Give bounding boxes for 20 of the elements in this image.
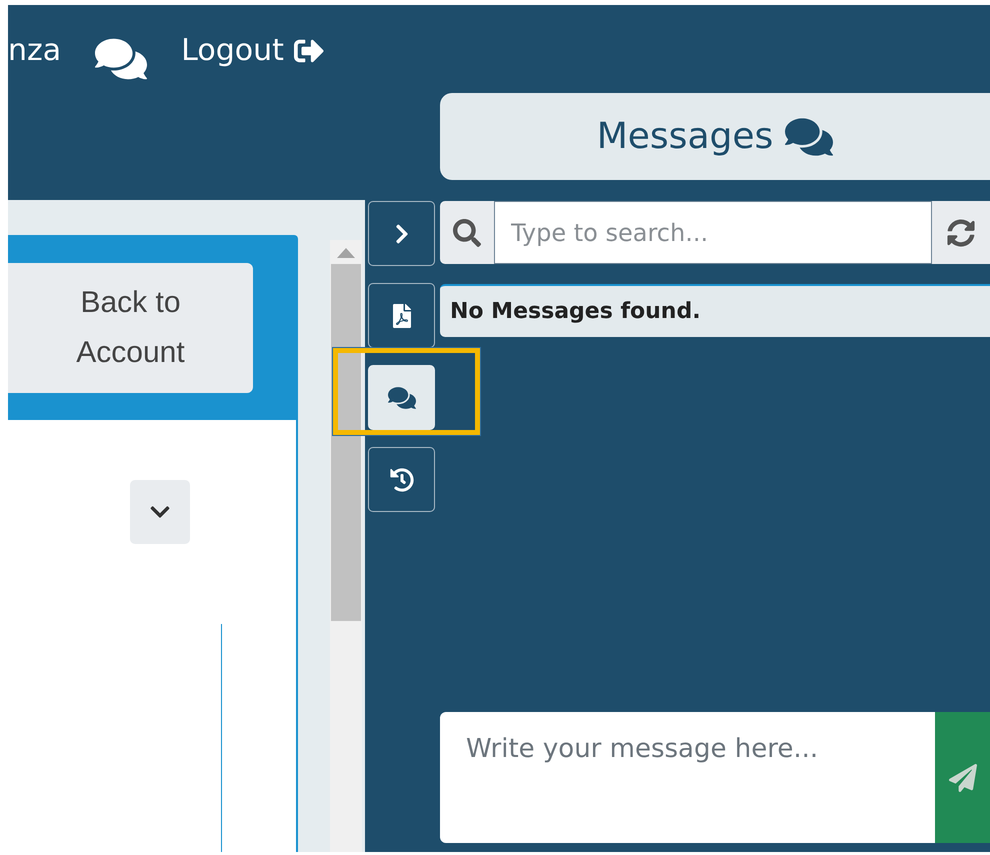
message-field[interactable]: Write your message here... bbox=[440, 712, 935, 843]
send-button[interactable] bbox=[935, 712, 990, 843]
collapse-button[interactable] bbox=[368, 201, 435, 266]
pdf-tab[interactable] bbox=[368, 283, 435, 348]
messages-title: Messages bbox=[596, 116, 774, 157]
scrollbar[interactable] bbox=[330, 240, 362, 852]
history-icon bbox=[390, 468, 414, 492]
user-name: nza bbox=[8, 33, 62, 69]
refresh-icon bbox=[947, 218, 975, 246]
refresh-button[interactable] bbox=[932, 201, 990, 264]
search-field[interactable]: Type to search... bbox=[494, 201, 932, 264]
expand-button[interactable] bbox=[130, 480, 190, 544]
paper-plane-icon bbox=[948, 764, 976, 792]
no-messages-notice: No Messages found. bbox=[440, 284, 990, 337]
back-to-account-button[interactable]: Back to Account bbox=[8, 263, 253, 393]
search-icon bbox=[453, 218, 481, 246]
logout-link[interactable]: Logout bbox=[181, 33, 324, 69]
scrollbar-thumb[interactable] bbox=[331, 264, 361, 621]
messages-tab[interactable] bbox=[368, 365, 435, 430]
history-tab[interactable] bbox=[368, 447, 435, 512]
